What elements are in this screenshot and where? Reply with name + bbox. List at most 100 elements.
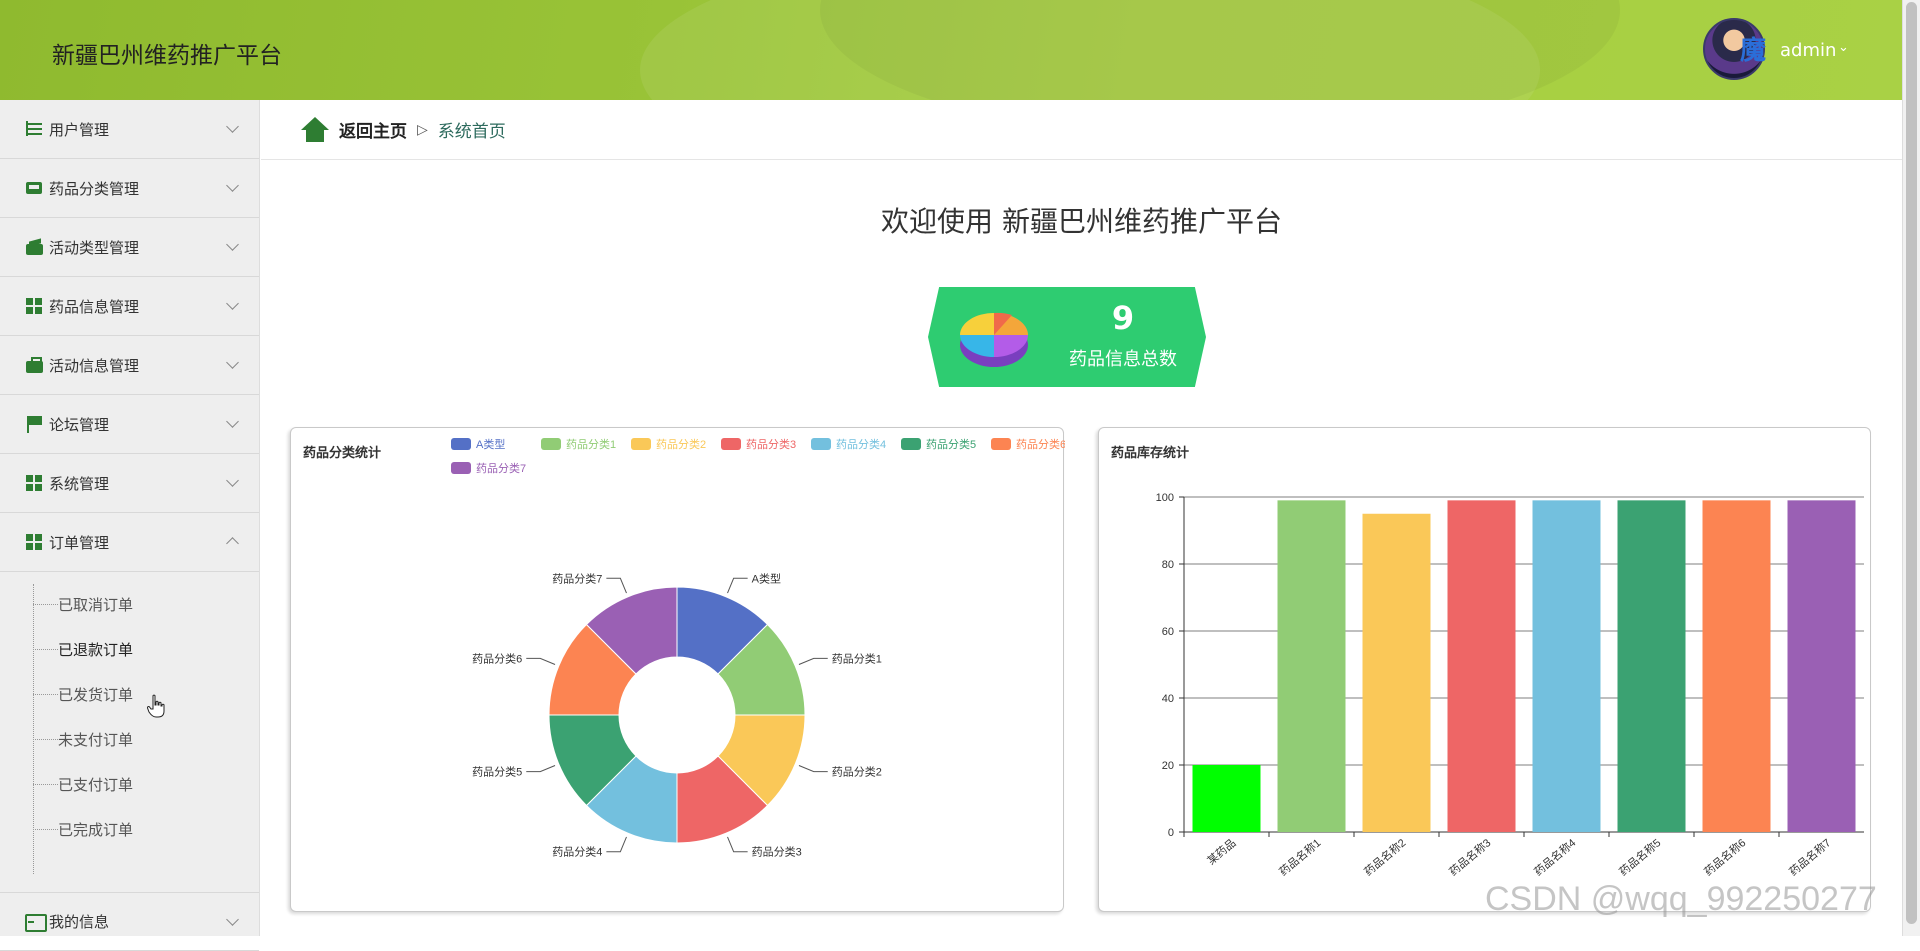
- submenu-item-shipped[interactable]: 已发货订单: [33, 682, 133, 706]
- submenu-label: 已退款订单: [58, 640, 134, 659]
- legend-swatch: [451, 462, 471, 474]
- y-tick-label: 40: [1162, 693, 1174, 705]
- bar: [1447, 500, 1516, 832]
- x-tick-label: 药品名称5: [1616, 836, 1663, 879]
- bar: [1192, 765, 1261, 832]
- submenu-item-refunded[interactable]: 已退款订单: [33, 637, 133, 661]
- top-header: 新疆巴州维药推广平台 魔 admin ⌄: [0, 0, 1902, 100]
- legend-label: 药品分类3: [746, 437, 796, 451]
- scrollbar-thumb[interactable]: [1906, 2, 1917, 924]
- drug-category-chart-panel: 药品分类统计 A类型 药品分类1 药品分类2 药品分类3 药品分类4 药品分类5 药品分类6…: [290, 427, 1065, 912]
- submenu-item-unpaid[interactable]: 未支付订单: [33, 727, 133, 751]
- sidebar-item-label: 用户管理: [49, 120, 110, 139]
- list-icon: [25, 120, 44, 139]
- grid-icon: [25, 474, 44, 493]
- legend-label: 药品分类2: [656, 437, 706, 451]
- x-tick-label: 药品名称2: [1361, 836, 1408, 879]
- pie-label: 药品分类2: [832, 765, 882, 779]
- pie-label-line: [606, 836, 627, 853]
- legend-label: A类型: [476, 437, 505, 451]
- sidebar-item-drug-info[interactable]: 药品信息管理: [0, 277, 259, 336]
- sidebar-item-user-management[interactable]: 用户管理: [0, 100, 259, 159]
- sidebar-item-label: 论坛管理: [49, 415, 110, 434]
- pie-label: 药品分类6: [472, 651, 522, 665]
- legend-label: 药品分类4: [836, 437, 886, 451]
- submenu-item-paid[interactable]: 已支付订单: [33, 772, 133, 796]
- sidebar-item-activity-type[interactable]: 活动类型管理: [0, 218, 259, 277]
- chevron-down-icon: [226, 297, 239, 310]
- submenu-label: 未支付订单: [58, 730, 134, 749]
- pie-label: 药品分类3: [752, 845, 802, 859]
- legend-swatch: [901, 438, 921, 450]
- x-tick-label: 药品名称7: [1786, 836, 1833, 879]
- grid-icon: [25, 297, 44, 316]
- submenu-item-completed[interactable]: 已完成订单: [33, 817, 133, 841]
- legend-label: 药品分类1: [566, 437, 616, 451]
- app-title: 新疆巴州维药推广平台: [52, 43, 282, 69]
- pie-label-line: [606, 577, 627, 594]
- x-tick-label: 药品名称6: [1701, 836, 1748, 879]
- chevron-down-icon: [226, 179, 239, 192]
- pie-label-line: [798, 657, 828, 665]
- legend-label: 药品分类7: [476, 461, 526, 475]
- pie-label-line: [727, 577, 748, 594]
- briefcase-icon: [25, 356, 44, 375]
- pie-label-line: [798, 765, 828, 773]
- legend-item: 药品分类7: [451, 461, 526, 475]
- user-menu-name[interactable]: admin: [1780, 40, 1836, 61]
- legend-item: 药品分类1: [541, 437, 616, 451]
- sidebar-item-label: 活动信息管理: [49, 356, 140, 375]
- legend-swatch: [631, 438, 651, 450]
- stat-label: 药品信息总数: [1069, 349, 1177, 370]
- chevron-down-icon: [226, 913, 239, 926]
- pie-label: 药品分类7: [552, 571, 602, 585]
- chevron-down-icon: [226, 120, 239, 133]
- sidebar-item-orders[interactable]: 订单管理: [0, 513, 259, 572]
- legend-item: A类型: [451, 437, 505, 451]
- legend-item: 药品分类3: [721, 437, 796, 451]
- stat-value: 9: [1111, 299, 1135, 337]
- x-tick-label: 药品名称3: [1446, 836, 1493, 879]
- y-tick-label: 20: [1162, 760, 1174, 772]
- legend-swatch: [451, 438, 471, 450]
- submenu-item-cancelled[interactable]: 已取消订单: [33, 592, 133, 616]
- legend-label: 药品分类6: [1016, 437, 1065, 451]
- breadcrumb: 返回主页 ▷ 系统首页: [261, 100, 1902, 160]
- order-submenu: 已取消订单 已退款订单 已发货订单 未支付订单 已支付订单 已完成订单: [0, 572, 259, 892]
- submenu-label: 已支付订单: [58, 775, 134, 794]
- sidebar-item-activity-info[interactable]: 活动信息管理: [0, 336, 259, 395]
- home-icon[interactable]: [301, 116, 329, 143]
- tray-icon: [25, 179, 44, 198]
- legend-item: 药品分类2: [631, 437, 706, 451]
- pie-label: 药品分类4: [552, 845, 602, 859]
- breadcrumb-home-link[interactable]: 返回主页: [339, 117, 407, 142]
- bar: [1617, 500, 1686, 832]
- sidebar-item-my-info[interactable]: 我的信息: [0, 892, 259, 951]
- x-tick-label: 药品名称1: [1276, 836, 1323, 879]
- sidebar-item-label: 药品分类管理: [49, 179, 140, 198]
- submenu-label: 已发货订单: [58, 685, 134, 704]
- card-icon: [25, 912, 47, 932]
- sidebar-item-label: 订单管理: [49, 533, 110, 552]
- sidebar-item-drug-category[interactable]: 药品分类管理: [0, 159, 259, 218]
- drug-stock-bar-chart: 0 20 40 60 80 100 某药品 药品名称1 药品名称2 药品名称3 药品名称4 药品名称5…: [1156, 492, 1864, 879]
- chevron-down-icon: [226, 356, 239, 369]
- page-title: 欢迎使用 新疆巴州维药推广平台: [881, 205, 1282, 238]
- sidebar-item-forum[interactable]: 论坛管理: [0, 395, 259, 454]
- watermark: CSDN @wqq_992250277: [1485, 880, 1877, 918]
- legend-item: 药品分类4: [811, 437, 886, 451]
- chevron-down-icon: [226, 474, 239, 487]
- page-scrollbar[interactable]: [1902, 0, 1920, 936]
- hand-cursor-icon: [147, 694, 165, 718]
- y-tick-label: 100: [1156, 492, 1174, 504]
- legend-label: 药品分类5: [926, 437, 976, 451]
- sidebar-item-system[interactable]: 系统管理: [0, 454, 259, 513]
- bar: [1532, 500, 1601, 832]
- legend-item: 药品分类5: [901, 437, 976, 451]
- chevron-down-icon[interactable]: ⌄: [1838, 40, 1849, 55]
- pie-label-line: [526, 765, 556, 773]
- legend-swatch: [721, 438, 741, 450]
- flag-icon: [25, 415, 44, 434]
- pie-label-line: [727, 836, 748, 853]
- pie-label: A类型: [752, 571, 781, 585]
